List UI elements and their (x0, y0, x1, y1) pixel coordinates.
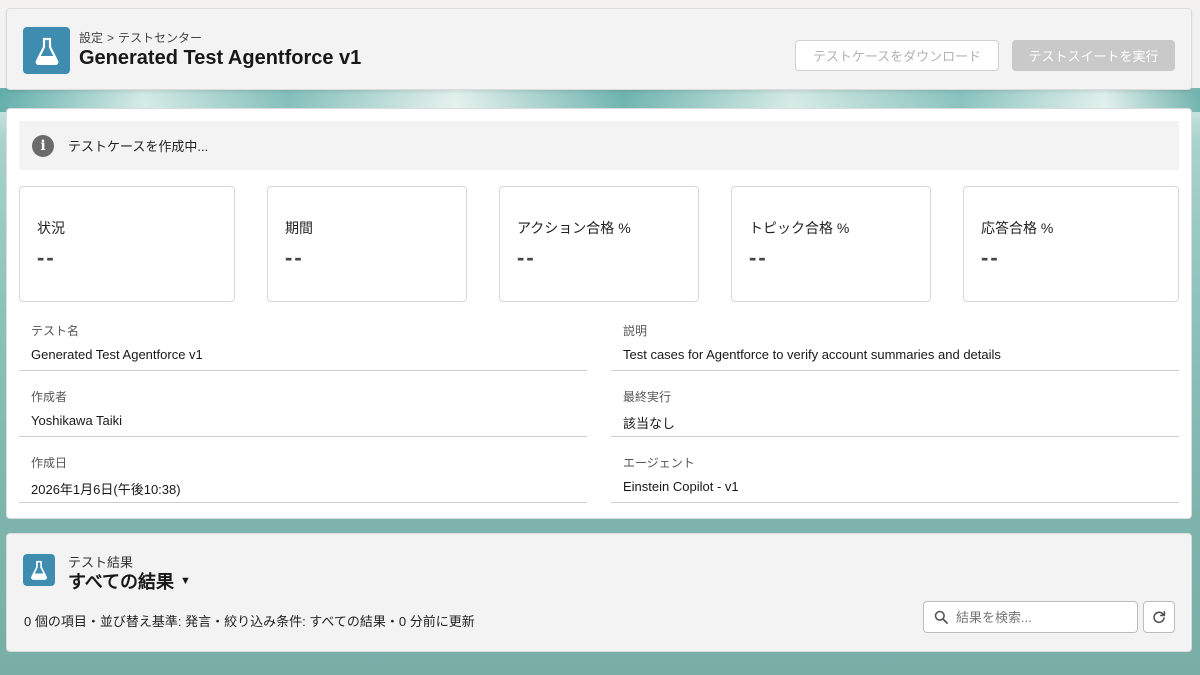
field-label: 作成者 (31, 390, 68, 404)
page-title: Generated Test Agentforce v1 (79, 47, 362, 69)
metric-value: -- (749, 245, 768, 270)
field-value[interactable]: Einstein Copilot - v1 (623, 479, 739, 494)
field-test-name: テスト名 Generated Test Agentforce v1 (19, 316, 587, 371)
flask-icon (23, 27, 70, 74)
breadcrumb-current[interactable]: テストセンター (118, 31, 202, 45)
run-test-suite-button[interactable]: テストスイートを実行 (1012, 40, 1175, 71)
field-created-date: 作成日 2026年1月6日(午後10:38) (19, 448, 587, 503)
metric-card-duration: 期間 -- (267, 186, 467, 302)
metric-label: 応答合格 % (981, 220, 1054, 236)
metric-label: 状況 (37, 220, 65, 236)
results-meta: 0 個の項目・並び替え基準: 発言・絞り込み条件: すべての結果・0 分前に更新 (24, 614, 475, 629)
field-value: Test cases for Agentforce to verify acco… (623, 347, 1001, 362)
metric-label: トピック合格 % (749, 220, 850, 236)
metric-value: -- (37, 245, 56, 270)
metric-card-action-pass: アクション合格 % -- (499, 186, 699, 302)
results-search[interactable] (923, 601, 1138, 633)
field-value: 2026年1月6日(午後10:38) (31, 482, 181, 497)
page-header: 設定 > テストセンター Generated Test Agentforce v1 … (6, 8, 1192, 90)
field-value: 該当なし (623, 416, 676, 431)
field-label: 作成日 (31, 456, 68, 470)
results-title: すべての結果 (68, 572, 175, 592)
metric-value: -- (285, 245, 304, 270)
breadcrumb-separator: > (107, 31, 115, 45)
field-last-run: 最終実行 該当なし (611, 382, 1179, 437)
results-view-selector[interactable]: すべての結果 ▼ (68, 568, 191, 594)
test-results-panel: テスト結果 すべての結果 ▼ 0 個の項目・並び替え基準: 発言・絞り込み条件:… (6, 533, 1192, 652)
search-input[interactable] (956, 609, 1126, 625)
metric-label: 期間 (285, 220, 313, 236)
field-agent: エージェント Einstein Copilot - v1 (611, 448, 1179, 503)
breadcrumb-parent[interactable]: 設定 (79, 31, 103, 45)
metric-card-status: 状況 -- (19, 186, 235, 302)
test-detail-card: i テストケースを作成中... 状況 -- 期間 -- アクション合格 % --… (6, 108, 1192, 519)
download-test-cases-button[interactable]: テストケースをダウンロード (795, 40, 999, 71)
field-label: 説明 (623, 324, 648, 338)
info-text: テストケースを作成中... (68, 139, 209, 154)
info-banner: i テストケースを作成中... (19, 121, 1179, 170)
metric-card-topic-pass: トピック合格 % -- (731, 186, 931, 302)
info-icon: i (32, 134, 54, 157)
field-description: 説明 Test cases for Agentforce to verify a… (611, 316, 1179, 371)
field-value: Yoshikawa Taiki (31, 413, 123, 428)
metric-value: -- (981, 245, 1000, 270)
field-label: 最終実行 (623, 390, 672, 404)
field-label: エージェント (623, 456, 695, 470)
field-value: Generated Test Agentforce v1 (31, 347, 203, 362)
breadcrumb: 設定 > テストセンター (79, 29, 202, 46)
field-label: テスト名 (31, 324, 80, 338)
metric-value: -- (517, 245, 536, 270)
refresh-button[interactable] (1143, 601, 1175, 633)
refresh-icon (1153, 611, 1166, 624)
field-created-by: 作成者 Yoshikawa Taiki (19, 382, 587, 437)
search-icon (934, 610, 948, 624)
metric-label: アクション合格 % (517, 220, 631, 236)
caret-down-icon[interactable]: ▼ (180, 575, 191, 587)
metric-card-response-pass: 応答合格 % -- (963, 186, 1179, 302)
flask-icon (23, 554, 55, 586)
